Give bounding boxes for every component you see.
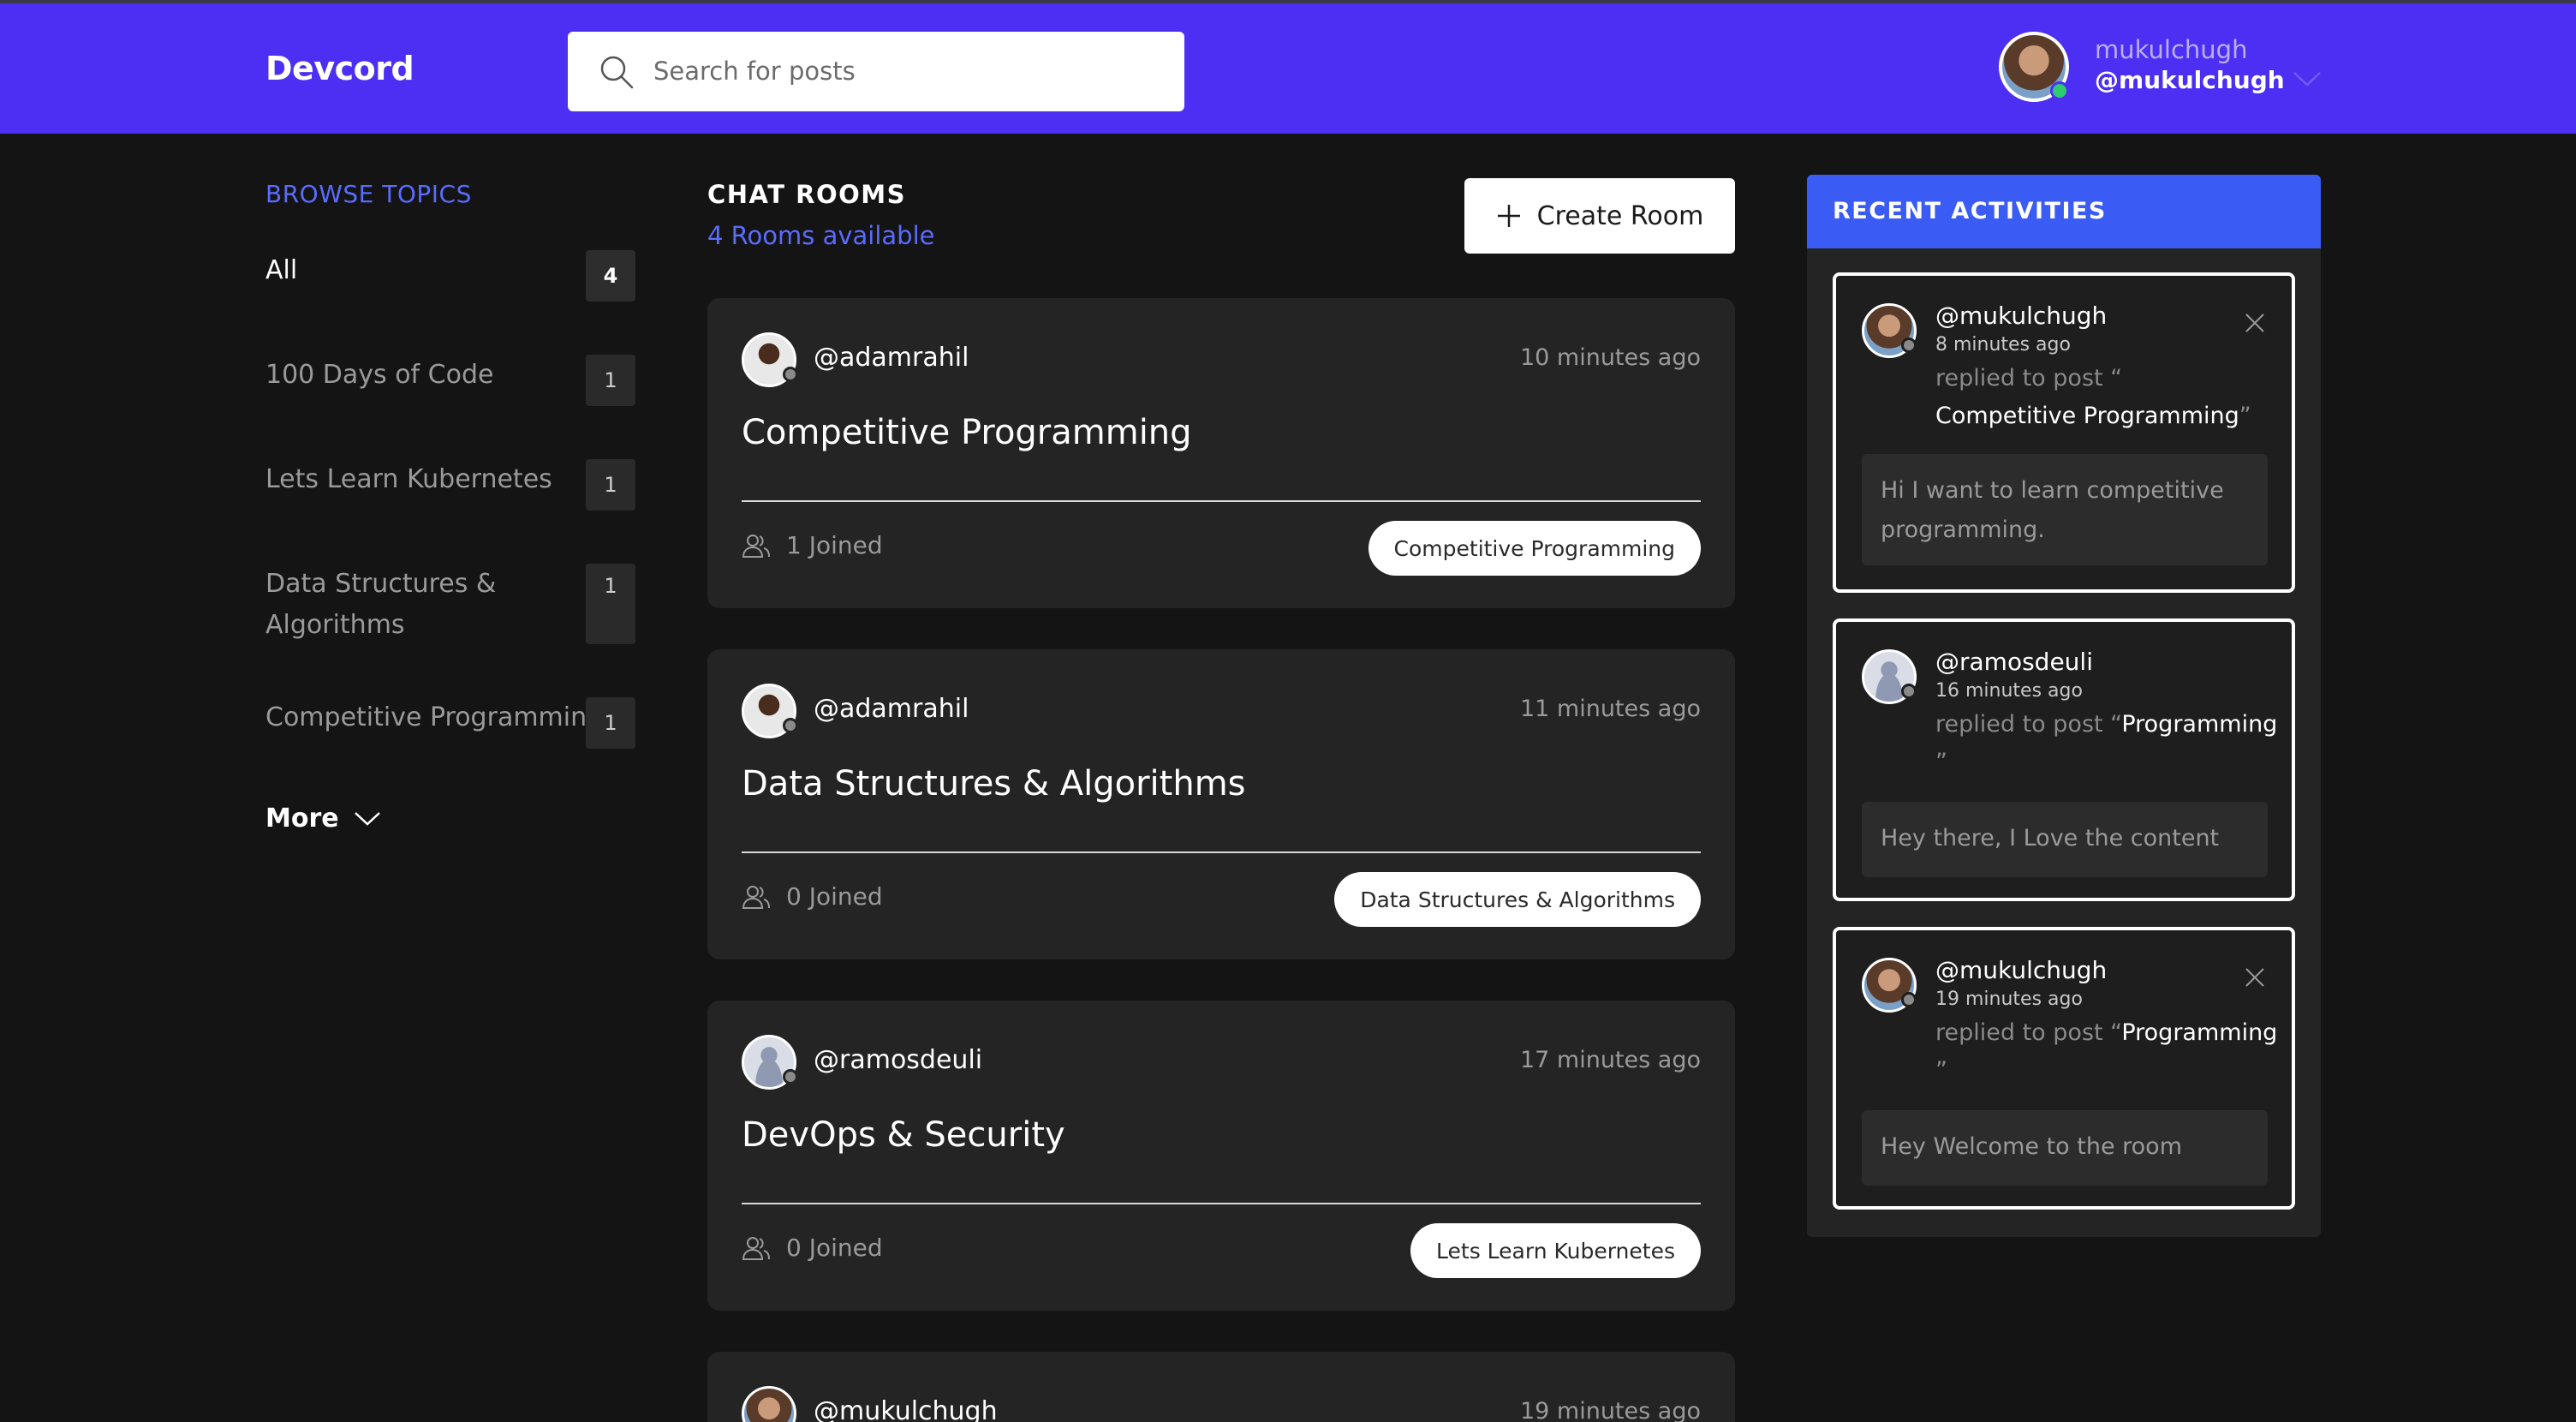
divider [742, 500, 1701, 502]
joined-count: 1 Joined [786, 531, 883, 559]
topic-competitive-programming[interactable]: Competitive Programming 1 [265, 697, 635, 749]
room-joined: 1 Joined [742, 531, 883, 559]
activity-close-quote: ” [1935, 1057, 1947, 1084]
activity-card[interactable]: @mukulchugh 19 minutes ago replied to po… [1833, 927, 2295, 1210]
user-handle: @mukulchugh [2095, 66, 2285, 94]
users-icon [742, 885, 770, 909]
topic-all[interactable]: All 4 [265, 250, 635, 302]
activity-user[interactable]: @ramosdeuli [1935, 648, 2093, 676]
room-title[interactable]: Data Structures & Algorithms [742, 764, 1246, 804]
room-host[interactable]: @adamrahil [814, 343, 969, 373]
users-icon [742, 1236, 770, 1260]
user-menu[interactable]: mukulchugh @mukulchugh [1999, 32, 2333, 105]
status-dot [1901, 992, 1917, 1007]
top-nav-bar: Devcord mukulchugh @mukulchugh [0, 0, 2576, 134]
chevron-down-icon[interactable] [2292, 69, 2323, 88]
rooms-count: 4 Rooms available [707, 221, 935, 250]
topic-count-badge: 1 [586, 697, 635, 749]
activity-user[interactable]: @mukulchugh [1935, 302, 2107, 330]
status-dot [783, 1069, 798, 1084]
room-card[interactable]: @adamrahil 10 minutes ago Competitive Pr… [707, 298, 1735, 608]
activity-time: 16 minutes ago [1935, 680, 2083, 702]
avatar[interactable] [742, 1386, 796, 1422]
topic-count-badge: 4 [586, 250, 635, 302]
topic-count-badge: 1 [586, 459, 635, 511]
chevron-down-icon [354, 811, 380, 826]
status-dot [1901, 338, 1917, 353]
activity-card[interactable]: @mukulchugh 8 minutes ago replied to pos… [1833, 272, 2295, 593]
search-input[interactable] [653, 49, 1159, 93]
room-title[interactable]: Competitive Programming [742, 413, 1192, 452]
room-time: 19 minutes ago [1519, 1398, 1701, 1422]
activity-action: replied to post “ [1935, 711, 2122, 738]
room-title[interactable]: DevOps & Security [742, 1115, 1065, 1155]
activity-post-link[interactable]: Programming [2121, 711, 2277, 738]
activity-close-quote: ” [2239, 403, 2251, 429]
activity-action: replied to post “ [1935, 365, 2123, 391]
room-host[interactable]: @adamrahil [814, 694, 969, 724]
activity-message: Hi I want to learn competitive programmi… [1862, 454, 2268, 565]
users-icon [742, 534, 770, 558]
chat-rooms-heading: CHAT ROOMS [707, 180, 907, 209]
close-icon[interactable] [2244, 312, 2266, 334]
recent-activities-heading: RECENT ACTIVITIES [1807, 175, 2321, 248]
status-dot [783, 718, 798, 733]
status-dot [1901, 684, 1917, 699]
room-joined: 0 Joined [742, 882, 883, 911]
activity-description: replied to post “Programming ” [1935, 1014, 2278, 1090]
more-topics-button[interactable]: More [265, 804, 382, 833]
room-card[interactable]: @ramosdeuli 17 minutes ago DevOps & Secu… [707, 1001, 1735, 1311]
joined-count: 0 Joined [786, 1234, 883, 1262]
room-time: 17 minutes ago [1519, 1047, 1701, 1073]
topic-100-days-of-code[interactable]: 100 Days of Code 1 [265, 355, 635, 406]
close-icon[interactable] [2244, 966, 2266, 989]
topic-label: Data Structures & Algorithms [265, 569, 497, 640]
room-card[interactable]: @mukulchugh 19 minutes ago [707, 1352, 1735, 1422]
activity-time: 8 minutes ago [1935, 334, 2071, 356]
joined-count: 0 Joined [786, 882, 883, 911]
room-time: 11 minutes ago [1519, 696, 1701, 722]
activity-user[interactable]: @mukulchugh [1935, 956, 2107, 984]
divider [742, 851, 1701, 853]
room-topic-tag[interactable]: Data Structures & Algorithms [1334, 872, 1701, 927]
activity-action: replied to post “ [1935, 1019, 2122, 1046]
user-name: mukulchugh [2095, 35, 2248, 64]
topic-count-badge: 1 [586, 564, 635, 644]
topic-label: Lets Learn Kubernetes [265, 464, 552, 494]
room-host[interactable]: @ramosdeuli [814, 1045, 982, 1075]
activity-message: Hey there, I Love the content [1862, 802, 2268, 877]
room-time: 10 minutes ago [1519, 344, 1701, 371]
room-topic-tag[interactable]: Lets Learn Kubernetes [1410, 1223, 1701, 1278]
create-room-button[interactable]: Create Room [1464, 178, 1735, 254]
divider [742, 1203, 1701, 1204]
topic-label: 100 Days of Code [265, 360, 494, 390]
room-host[interactable]: @mukulchugh [814, 1396, 998, 1422]
activity-card[interactable]: @ramosdeuli 16 minutes ago replied to po… [1833, 618, 2295, 901]
room-topic-tag[interactable]: Competitive Programming [1368, 521, 1701, 576]
status-dot [783, 367, 798, 382]
activity-post-link[interactable]: Competitive Programming [1935, 403, 2239, 429]
activity-time: 19 minutes ago [1935, 989, 2083, 1010]
activity-description: replied to post “ Competitive Programming… [1935, 360, 2278, 435]
topic-count-badge: 1 [586, 355, 635, 406]
topic-data-structures[interactable]: Data Structures & Algorithms 1 [265, 564, 635, 646]
activity-message: Hey Welcome to the room [1862, 1110, 2268, 1186]
room-card[interactable]: @adamrahil 11 minutes ago Data Structure… [707, 649, 1735, 959]
browse-topics-heading: BROWSE TOPICS [265, 180, 472, 208]
topic-lets-learn-kubernetes[interactable]: Lets Learn Kubernetes 1 [265, 459, 635, 511]
room-joined: 0 Joined [742, 1234, 883, 1262]
topic-label: All [265, 255, 298, 285]
activity-close-quote: ” [1935, 749, 1947, 775]
more-label: More [265, 804, 339, 833]
activity-post-link[interactable]: Programming [2121, 1019, 2277, 1046]
recent-activities-panel: RECENT ACTIVITIES @mukulchugh 8 minutes … [1807, 175, 2321, 1237]
activity-description: replied to post “Programming ” [1935, 706, 2278, 781]
search-box[interactable] [568, 32, 1184, 111]
brand-logo[interactable]: Devcord [265, 50, 414, 87]
search-icon [600, 56, 634, 89]
create-room-label: Create Room [1536, 200, 1704, 231]
online-status-dot [2050, 81, 2069, 100]
topic-label: Competitive Programming [265, 702, 604, 732]
plus-icon [1497, 205, 1520, 227]
